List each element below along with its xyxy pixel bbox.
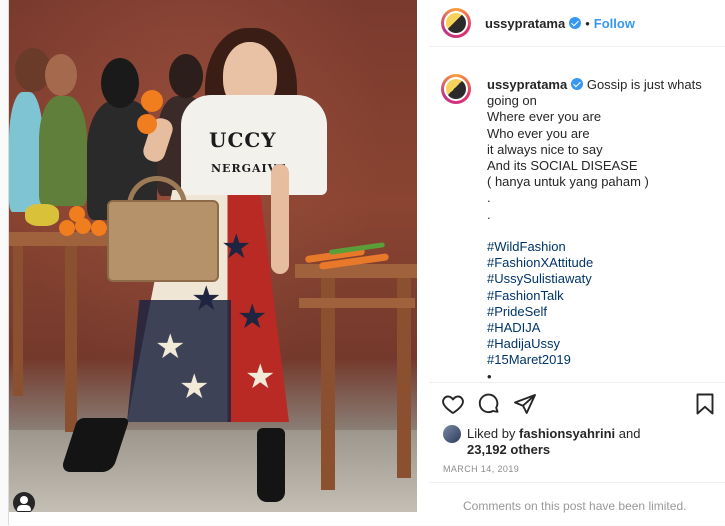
right-table-leg	[321, 278, 335, 490]
action-bar	[429, 392, 725, 418]
header-avatar[interactable]	[441, 8, 471, 38]
caption-username[interactable]: ussypratama	[487, 77, 567, 92]
liked-by-line: Liked by fashionsyahrini and	[467, 426, 640, 442]
caption-line: .	[487, 206, 491, 222]
liker-avatar[interactable]	[443, 425, 461, 443]
background-person-3-head	[101, 58, 139, 108]
post-card: ★ ★ ★ ★ ★ ★ UCCY NERGAIVE ussypratama • Fo…	[8, 0, 725, 525]
hashtag-link[interactable]: #HadijaUssy	[487, 336, 717, 352]
caption-line: Gossip is just whats	[586, 77, 702, 92]
right-table-top	[295, 264, 417, 278]
handbag	[107, 200, 219, 282]
held-orange	[137, 114, 157, 134]
liked-by-user-link[interactable]: fashionsyahrini	[519, 426, 615, 441]
hashtag-link[interactable]: #WildFashion	[487, 239, 717, 255]
orange	[69, 206, 85, 222]
caption-line: Where ever you are	[487, 109, 602, 125]
user-tag-icon[interactable]	[13, 492, 35, 512]
caption-line: it always nice to say	[487, 141, 603, 157]
verified-badge-icon	[571, 78, 584, 90]
caption-area: ussypratama Gossip is just whats going o…	[429, 60, 725, 385]
post-sidebar: ussypratama • Follow ussypratama Gossip is…	[429, 0, 725, 525]
skirt-star: ★	[221, 228, 252, 266]
right-table-rail	[299, 298, 415, 308]
skirt-star: ★	[179, 368, 210, 406]
post-header: ussypratama • Follow	[429, 0, 725, 47]
hashtag-link[interactable]: #15Maret2019	[487, 352, 717, 368]
caption-line: And its SOCIAL DISEASE	[487, 158, 638, 174]
hashtag-link[interactable]: #HADIJA	[487, 320, 717, 336]
hashtag-link[interactable]: #PrideSelf	[487, 304, 717, 320]
heart-icon[interactable]	[441, 392, 465, 416]
hashtag-link[interactable]: #FashionTalk	[487, 288, 717, 304]
left-table-leg	[65, 246, 77, 432]
caption-trailing-dot: •	[487, 368, 492, 384]
header-username[interactable]: ussypratama	[485, 16, 565, 31]
model-right-arm	[271, 164, 289, 274]
left-table-leg	[13, 246, 23, 396]
hashtag-link[interactable]: #FashionXAttitude	[487, 255, 717, 271]
background-person-4-head	[169, 54, 203, 98]
caption-line: .	[487, 190, 491, 206]
background-person-2-head	[45, 54, 77, 96]
follow-button[interactable]: Follow	[594, 16, 635, 31]
separator-dot: •	[585, 16, 590, 31]
verified-badge-icon	[569, 17, 582, 29]
caption-line: Who ever you are	[487, 125, 590, 141]
hashtag-link[interactable]: #UssySulistiawaty	[487, 271, 717, 287]
comments-limited-notice: Comments on this post have been limited.	[463, 499, 687, 513]
orange	[91, 220, 107, 236]
comments-footer: Comments on this post have been limited.	[429, 482, 725, 526]
skirt-star: ★	[155, 328, 186, 366]
post-date[interactable]: MARCH 14, 2019	[443, 464, 519, 474]
others-count-link[interactable]: 23,192 others	[467, 442, 550, 458]
skirt-star: ★	[237, 298, 268, 336]
liked-by-and: and	[618, 426, 641, 441]
bookmark-icon[interactable]	[693, 392, 717, 416]
caption-avatar[interactable]	[441, 74, 471, 104]
caption-first-line: ussypratama Gossip is just whats	[487, 77, 717, 93]
post-photo[interactable]: ★ ★ ★ ★ ★ ★ UCCY NERGAIVE	[9, 0, 417, 512]
right-table-leg	[397, 278, 411, 478]
shirt-print: UCCY	[209, 128, 277, 152]
caption-line: going on	[487, 93, 537, 109]
comment-icon[interactable]	[477, 392, 501, 416]
caption-line: ( hanya untuk yang paham )	[487, 174, 649, 190]
right-boot	[257, 428, 285, 502]
skirt-star: ★	[245, 358, 276, 396]
liked-by-prefix: Liked by	[467, 426, 516, 441]
background-person-1	[9, 92, 43, 212]
skirt-star: ★	[191, 280, 222, 318]
caption-text: ussypratama Gossip is just whats going o…	[487, 77, 717, 385]
background-person-2	[39, 96, 87, 206]
orange	[59, 220, 75, 236]
banana-bunch	[25, 204, 59, 226]
held-orange	[141, 90, 163, 112]
share-icon[interactable]	[513, 392, 537, 416]
